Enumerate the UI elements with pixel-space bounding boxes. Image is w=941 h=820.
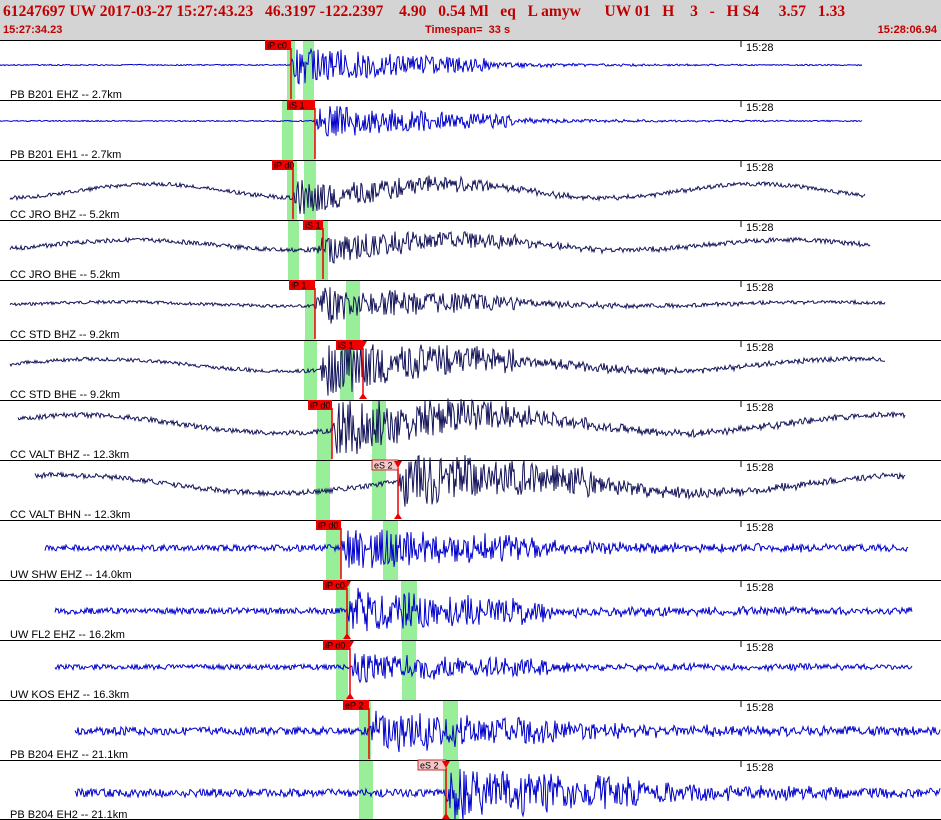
seismogram-panel[interactable]: 15:28 iP d0 CC JRO BHZ -- 5.2km	[0, 160, 941, 221]
time-tick-label: 15:28	[746, 102, 774, 114]
waveform-trace	[54, 653, 913, 684]
station-label: UW KOS EHZ -- 16.3km	[10, 689, 129, 701]
time-tick-label: 15:28	[746, 222, 774, 234]
seismogram-panel[interactable]: 15:28 iP 1 CC STD BHZ -- 9.2km	[0, 280, 941, 341]
station-label: CC VALT BHN -- 12.3km	[10, 509, 130, 521]
seismogram-panel[interactable]: 15:28 iP d0 UW SHW EHZ -- 14.0km	[0, 520, 941, 581]
seismogram-panel[interactable]: 15:28 iP c0 PB B201 EHZ -- 2.7km	[0, 40, 941, 101]
seismogram-panel[interactable]: 15:28 eS 2 CC VALT BHN -- 12.3km	[0, 455, 941, 521]
waveform-trace	[9, 175, 866, 214]
station-label: PB B201 EH1 -- 2.7km	[10, 149, 121, 161]
pick-arrow-up-icon	[359, 393, 367, 399]
station-label: UW FL2 EHZ -- 16.2km	[10, 629, 125, 641]
time-tick-label: 15:28	[746, 642, 774, 654]
time-tick-label: 15:28	[746, 402, 774, 414]
station-label: CC JRO BHZ -- 5.2km	[10, 209, 119, 221]
seismogram-panel[interactable]: 15:28 eP 2 PB B204 EHZ -- 21.1km	[0, 700, 941, 761]
station-label: UW SHW EHZ -- 14.0km	[10, 569, 132, 581]
phase-pick-label: iP c0	[267, 41, 287, 51]
time-tick-label: 15:28	[746, 582, 774, 594]
time-tick-label: 15:28	[746, 162, 774, 174]
waveform-trace	[0, 106, 863, 137]
seismogram-panel[interactable]: 15:28 eS 2 PB B204 EH2 -- 21.1km	[0, 759, 941, 820]
time-tick-label: 15:28	[746, 282, 774, 294]
time-tick-label: 15:28	[746, 702, 774, 714]
time-tick-label: 15:28	[746, 462, 774, 474]
phase-pick-label: eP 2	[345, 701, 363, 711]
time-tick-label: 15:28	[746, 762, 774, 774]
phase-pick-label: iP 1	[291, 281, 306, 291]
phase-pick-label: iS 1	[305, 221, 321, 231]
station-label: CC STD BHZ -- 9.2km	[10, 329, 119, 341]
waveform-trace	[9, 230, 871, 264]
station-label: PB B201 EHZ -- 2.7km	[10, 89, 122, 101]
station-label: CC JRO BHE -- 5.2km	[10, 269, 120, 281]
phase-pick-label: iS 1	[338, 341, 354, 351]
time-tick-label: 15:28	[746, 42, 774, 54]
station-label: PB B204 EHZ -- 21.1km	[10, 749, 128, 761]
phase-pick-label: iS 1	[289, 101, 305, 111]
waveform-trace	[54, 587, 913, 632]
waveform-trace	[74, 768, 941, 820]
time-tick-label: 15:28	[746, 342, 774, 354]
phase-pick-label: iP d0	[310, 401, 330, 411]
phase-pick-label: iP d0	[318, 521, 338, 531]
pick-arrow-up-icon	[394, 513, 402, 519]
phase-pick-label: eS 2	[374, 461, 393, 471]
seismogram-panel[interactable]: 15:28 iS 1 PB B201 EH1 -- 2.7km	[0, 100, 941, 161]
phase-pick-label: iP d0	[325, 641, 345, 651]
waveform-trace	[74, 710, 941, 753]
waveform-trace	[0, 47, 863, 85]
phase-pick-label: eS 2	[420, 761, 439, 771]
seismogram-panel[interactable]: 15:28 iP c0 UW FL2 EHZ -- 16.2km	[0, 580, 941, 641]
time-tick-label: 15:28	[746, 522, 774, 534]
seismogram-panel[interactable]: 15:28 iP d0 UW KOS EHZ -- 16.3km	[0, 640, 941, 701]
phase-window-highlight	[316, 460, 330, 520]
station-label: CC VALT BHZ -- 12.3km	[10, 449, 129, 461]
waveform-trace	[44, 529, 909, 569]
station-label: PB B204 EH2 -- 21.1km	[10, 809, 127, 820]
seismogram-panels[interactable]: 15:28 iP c0 PB B201 EHZ -- 2.7km 15:28 iS 1 P…	[0, 0, 941, 820]
station-label: CC STD BHE -- 9.2km	[10, 389, 120, 401]
phase-pick-label: iP d0	[274, 161, 294, 171]
seismogram-panel[interactable]: 15:28 iS 1 CC STD BHE -- 9.2km	[0, 340, 941, 401]
seismogram-panel[interactable]: 15:28 iP d0 CC VALT BHZ -- 12.3km	[0, 398, 941, 461]
seismogram-panel[interactable]: 15:28 iS 1 CC JRO BHE -- 5.2km	[0, 220, 941, 281]
waveform-trace	[34, 455, 906, 507]
phase-pick-label: iP c0	[325, 581, 345, 591]
